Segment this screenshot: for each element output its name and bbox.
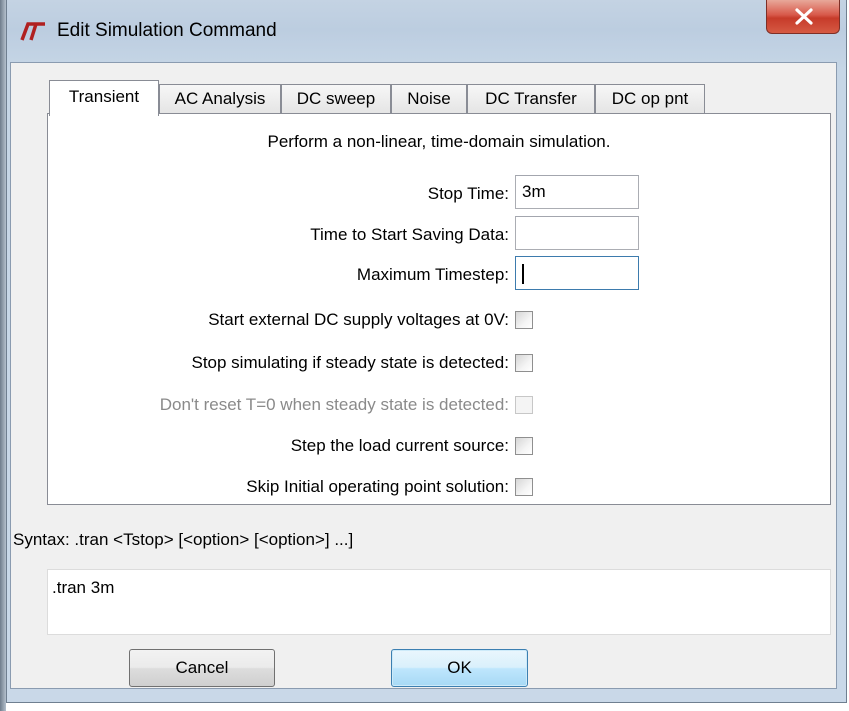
stop-time-label: Stop Time: [427, 184, 509, 203]
option-skip-initial-op-label: Skip Initial operating point solution: [246, 477, 509, 496]
start-saving-input[interactable] [515, 216, 639, 250]
option-step-load-checkbox[interactable] [515, 437, 533, 455]
window-title: Edit Simulation Command [57, 20, 277, 41]
close-icon [795, 8, 813, 25]
tab-noise[interactable]: Noise [391, 84, 467, 114]
tab-dc-sweep[interactable]: DC sweep [281, 84, 391, 114]
max-timestep-input[interactable] [515, 256, 639, 290]
tab-dc-op-pnt[interactable]: DC op pnt [595, 84, 705, 114]
option-stop-steady-state-label: Stop simulating if steady state is detec… [191, 353, 509, 372]
transient-description: Perform a non-linear, time-domain simula… [267, 132, 611, 151]
option-start-dc-zero-checkbox[interactable] [515, 311, 533, 329]
edit-simulation-dialog: Edit Simulation Command Transient AC Ana… [6, 0, 847, 703]
text-caret [522, 263, 524, 284]
ltspice-logo-icon [19, 20, 47, 44]
tab-transient[interactable]: Transient [49, 80, 159, 116]
stop-time-input[interactable]: 3m [515, 175, 639, 209]
ok-button[interactable]: OK [391, 649, 528, 687]
syntax-hint: Syntax: .tran <Tstop> [<option> [<option… [13, 530, 354, 549]
transient-panel: Perform a non-linear, time-domain simula… [47, 113, 831, 505]
title-bar[interactable]: Edit Simulation Command [7, 0, 846, 62]
dialog-client-area: Transient AC Analysis DC sweep Noise DC … [10, 62, 837, 689]
close-button[interactable] [766, 0, 840, 34]
max-timestep-label: Maximum Timestep: [356, 265, 509, 284]
option-start-dc-zero-label: Start external DC supply voltages at 0V: [208, 310, 509, 329]
cancel-button[interactable]: Cancel [129, 649, 275, 687]
tab-dc-transfer[interactable]: DC Transfer [467, 84, 595, 114]
start-saving-label: Time to Start Saving Data: [310, 225, 509, 244]
option-dont-reset-t0-label: Don't reset T=0 when steady state is det… [159, 395, 509, 414]
option-stop-steady-state-checkbox[interactable] [515, 354, 533, 372]
tab-ac-analysis[interactable]: AC Analysis [159, 84, 281, 114]
option-skip-initial-op-checkbox[interactable] [515, 478, 533, 496]
command-text-field[interactable]: .tran 3m [47, 569, 831, 635]
option-step-load-label: Step the load current source: [290, 436, 509, 455]
option-dont-reset-t0-checkbox [515, 396, 533, 414]
